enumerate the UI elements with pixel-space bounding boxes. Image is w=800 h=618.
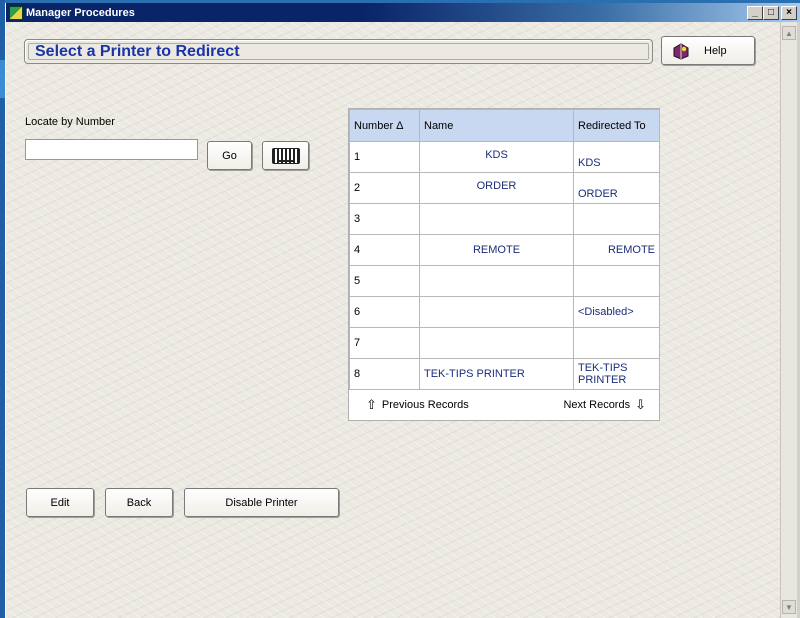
next-records-button[interactable]: Next Records ⇩: [563, 397, 651, 413]
cell-redirected: [573, 203, 660, 235]
edit-button[interactable]: Edit: [26, 488, 94, 517]
maximize-button[interactable]: □: [763, 5, 779, 20]
cell-number: 4: [349, 234, 420, 266]
cell-name: [419, 296, 574, 328]
keyboard-icon: [271, 147, 300, 164]
cell-number: 7: [349, 327, 420, 359]
locate-label: Locate by Number: [25, 116, 115, 128]
table-row[interactable]: 1 KDS KDS: [349, 141, 660, 173]
help-button[interactable]: Help: [661, 36, 755, 65]
table-row[interactable]: 3: [349, 203, 660, 235]
table-row[interactable]: 2 ORDER ORDER: [349, 172, 660, 204]
close-button[interactable]: ×: [781, 5, 797, 20]
cell-number: 1: [349, 141, 420, 173]
cell-number: 2: [349, 172, 420, 204]
app-icon: [9, 5, 23, 20]
cell-redirected: [573, 327, 660, 359]
cell-name: [419, 265, 574, 297]
scroll-up-icon[interactable]: ▲: [782, 26, 796, 40]
grid-pager: ⇧ Previous Records Next Records ⇩: [349, 390, 659, 420]
cell-redirected: KDS: [573, 141, 660, 173]
cell-number: 6: [349, 296, 420, 328]
content-area: Select a Printer to Redirect Help Locate…: [6, 22, 780, 618]
disable-printer-button[interactable]: Disable Printer: [184, 488, 339, 517]
cell-redirected: <Disabled>: [573, 296, 660, 328]
cell-redirected: REMOTE: [573, 234, 660, 266]
printer-grid: Number Δ Name Redirected To 1 KDS KDS 2 …: [348, 108, 660, 421]
window-title: Manager Procedures: [26, 6, 135, 19]
column-header-number[interactable]: Number Δ: [349, 109, 420, 142]
cell-number: 5: [349, 265, 420, 297]
arrow-down-icon: ⇩: [635, 397, 646, 412]
table-row[interactable]: 5: [349, 265, 660, 297]
help-book-icon: [672, 42, 690, 60]
column-header-name[interactable]: Name: [419, 109, 574, 142]
manager-procedures-window: Manager Procedures _ □ × Select a Printe…: [5, 3, 800, 618]
help-label: Help: [704, 44, 727, 57]
arrow-up-icon: ⇧: [366, 397, 377, 412]
cell-name: [419, 327, 574, 359]
previous-records-label: Previous Records: [381, 399, 469, 411]
vertical-scrollbar[interactable]: ▲ ▼: [780, 22, 797, 618]
minimize-button[interactable]: _: [747, 5, 763, 20]
page-title-bar: Select a Printer to Redirect: [24, 39, 653, 64]
cell-number: 3: [349, 203, 420, 235]
table-row[interactable]: 6 <Disabled>: [349, 296, 660, 328]
scroll-down-icon[interactable]: ▼: [782, 600, 796, 614]
window-controls: _ □ ×: [747, 5, 797, 20]
cell-name: [419, 203, 574, 235]
column-header-redirected[interactable]: Redirected To: [573, 109, 660, 142]
table-row[interactable]: 8 TEK-TIPS PRINTER TEK-TIPS PRINTER: [349, 358, 660, 390]
table-row[interactable]: 4 REMOTE REMOTE: [349, 234, 660, 266]
cell-redirected: [573, 265, 660, 297]
cell-name: REMOTE: [419, 234, 574, 266]
cell-redirected: ORDER: [573, 172, 660, 204]
page-title: Select a Printer to Redirect: [28, 43, 649, 60]
keyboard-button[interactable]: [262, 141, 309, 170]
cell-name: TEK-TIPS PRINTER: [419, 358, 574, 390]
next-records-label: Next Records: [563, 399, 631, 411]
title-bar: Manager Procedures _ □ ×: [6, 3, 800, 22]
previous-records-button[interactable]: ⇧ Previous Records: [361, 397, 469, 413]
cell-number: 8: [349, 358, 420, 390]
back-button[interactable]: Back: [105, 488, 173, 517]
table-row[interactable]: 7: [349, 327, 660, 359]
grid-header-row: Number Δ Name Redirected To: [349, 109, 660, 142]
cell-name: KDS: [419, 141, 574, 173]
cell-name: ORDER: [419, 172, 574, 204]
go-button[interactable]: Go: [207, 141, 252, 170]
locate-number-input[interactable]: [25, 139, 198, 160]
cell-redirected: TEK-TIPS PRINTER: [573, 358, 660, 390]
